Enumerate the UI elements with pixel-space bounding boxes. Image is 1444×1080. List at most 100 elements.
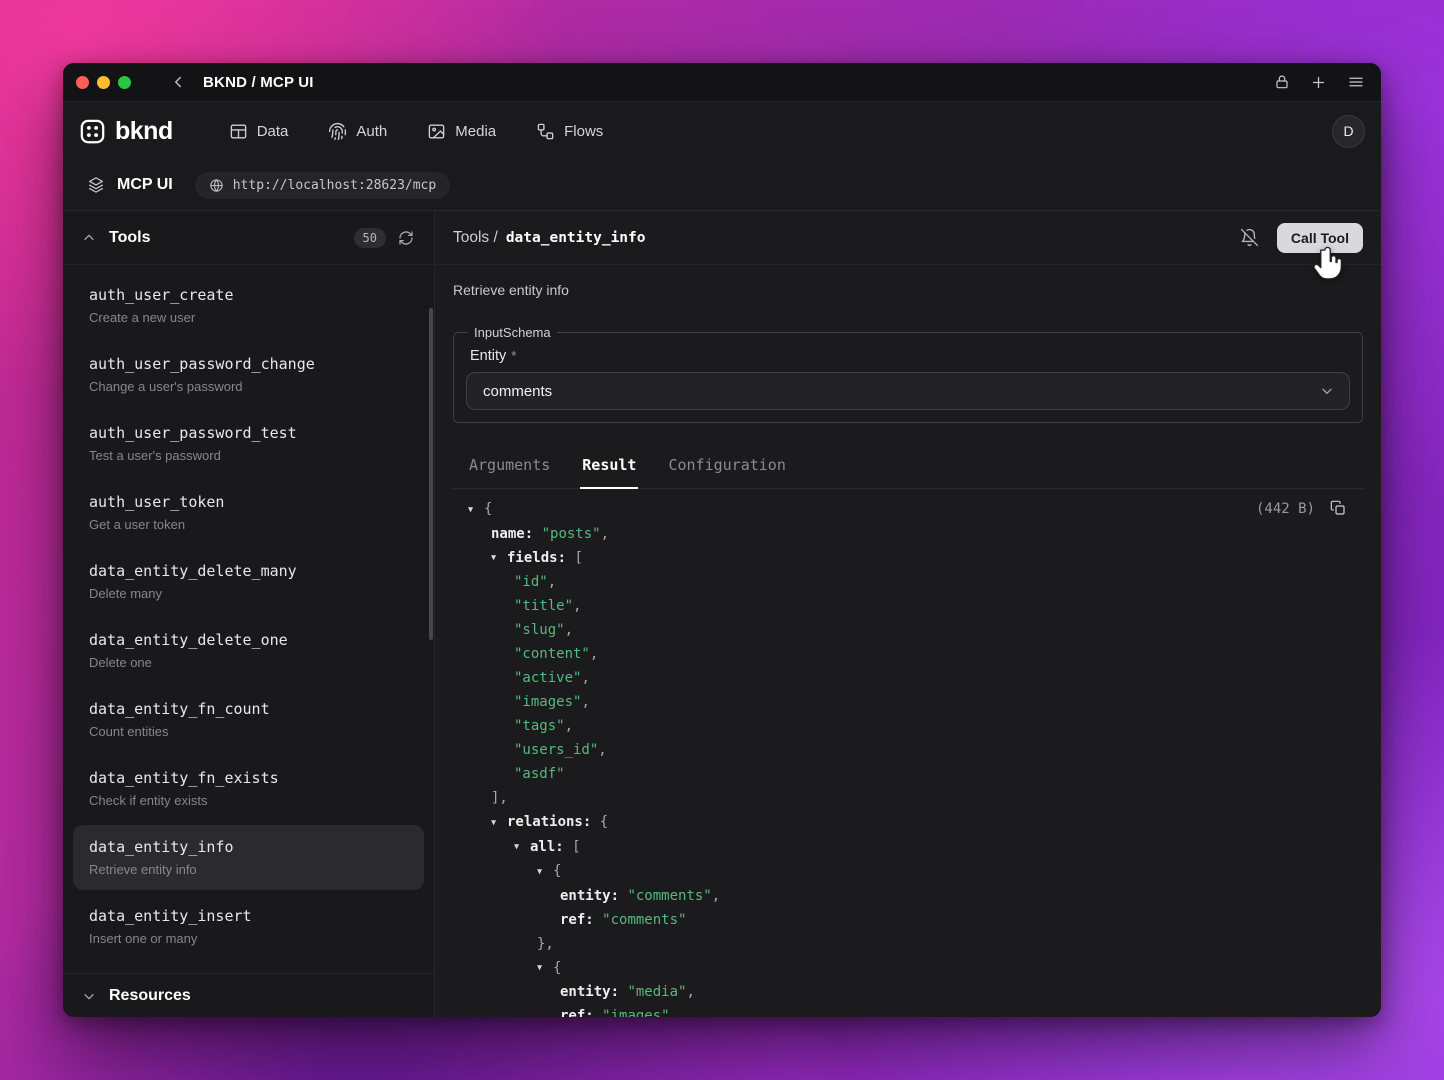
menu-icon[interactable]	[1347, 73, 1365, 91]
tools-section-header: Tools 50	[63, 211, 434, 265]
chevron-up-icon[interactable]	[81, 230, 97, 246]
json-line: "title",	[468, 594, 1363, 618]
window-title: BKND / MCP UI	[203, 74, 314, 91]
data-icon	[229, 122, 248, 141]
minimize-window-button[interactable]	[97, 76, 110, 89]
json-line: ],	[468, 786, 1363, 810]
notifications-off-icon[interactable]	[1240, 228, 1259, 247]
app-header: bknd Data Auth	[63, 102, 1381, 160]
lock-icon[interactable]	[1274, 74, 1290, 90]
breadcrumb-section[interactable]: Tools /	[453, 229, 498, 247]
tool-item-data_entity_delete_one[interactable]: data_entity_delete_oneDelete one	[73, 618, 424, 683]
tools-sidebar: Tools 50 auth_user_createCreate a new us…	[63, 211, 435, 1017]
new-tab-icon[interactable]	[1310, 74, 1327, 91]
tool-item-auth_user_password_change[interactable]: auth_user_password_changeChange a user's…	[73, 342, 424, 407]
json-punct: ,	[590, 646, 598, 662]
json-line: "id",	[468, 570, 1363, 594]
tool-item-name: auth_user_token	[89, 492, 408, 512]
json-tree: ▼{name: "posts",▼fields: ["id","title","…	[468, 497, 1363, 1017]
collapse-toggle-icon[interactable]: ▼	[514, 835, 530, 859]
collapse-toggle-icon[interactable]: ▼	[537, 956, 553, 980]
back-button[interactable]	[169, 73, 187, 91]
tool-item-description: Check if entity exists	[89, 792, 408, 809]
json-line: "slug",	[468, 618, 1363, 642]
tool-item-data_entity_fn_exists[interactable]: data_entity_fn_existsCheck if entity exi…	[73, 756, 424, 821]
tool-item-auth_user_password_test[interactable]: auth_user_password_testTest a user's pas…	[73, 411, 424, 476]
collapse-toggle-icon[interactable]: ▼	[491, 546, 507, 570]
tool-item-data_entity_insert[interactable]: data_entity_insertInsert one or many	[73, 894, 424, 959]
tab-arguments[interactable]: Arguments	[467, 450, 552, 488]
json-punct	[594, 912, 602, 928]
mcp-endpoint-pill[interactable]: http://localhost:28623/mcp	[195, 172, 451, 199]
json-string: "tags"	[514, 718, 565, 734]
mouse-cursor	[1312, 246, 1345, 283]
tool-item-auth_user_token[interactable]: auth_user_token Get a user token	[73, 480, 424, 545]
json-line: "content",	[468, 642, 1363, 666]
tab-result[interactable]: Result	[580, 450, 638, 489]
tool-item-data_entity_fn_count[interactable]: data_entity_fn_countCount entities	[73, 687, 424, 752]
tool-item-data_entity_info[interactable]: data_entity_infoRetrieve entity info	[73, 825, 424, 890]
collapse-toggle-icon[interactable]: ▼	[491, 811, 507, 835]
mcp-endpoint-url: http://localhost:28623/mcp	[233, 178, 437, 193]
nav-item-auth[interactable]: Auth	[328, 122, 387, 141]
json-line: ▼relations: {	[468, 810, 1363, 835]
tool-item-auth_user_create[interactable]: auth_user_createCreate a new user	[73, 273, 424, 338]
copy-icon[interactable]	[1330, 500, 1346, 516]
mcp-page-title: MCP UI	[117, 176, 173, 194]
nav-item-label: Auth	[356, 123, 387, 140]
tab-configuration[interactable]: Configuration	[666, 450, 787, 488]
bknd-logo-icon	[79, 118, 106, 145]
json-key: ref:	[560, 1008, 594, 1017]
bknd-logo[interactable]: bknd	[79, 117, 173, 146]
sidebar-scrollbar-thumb[interactable]	[429, 308, 433, 640]
content-area: Tools 50 auth_user_createCreate a new us…	[63, 211, 1381, 1017]
json-key: name:	[491, 526, 533, 542]
json-punct: [	[564, 839, 581, 855]
tool-item-description: Get a user token	[89, 516, 408, 533]
json-punct: [	[566, 550, 583, 566]
json-line: ▼{	[468, 956, 1363, 981]
close-window-button[interactable]	[76, 76, 89, 89]
breadcrumb: Tools / data_entity_info	[453, 229, 646, 247]
json-line: name: "posts",	[468, 522, 1363, 546]
json-line: ▼{	[468, 859, 1363, 884]
nav-item-flows[interactable]: Flows	[536, 122, 603, 141]
json-punct: {	[484, 501, 492, 517]
json-punct: ],	[491, 790, 508, 806]
refresh-icon[interactable]	[398, 230, 414, 246]
nav-item-data[interactable]: Data	[229, 122, 289, 141]
entity-select[interactable]: comments	[466, 372, 1350, 410]
json-string: "content"	[514, 646, 590, 662]
nav-item-label: Data	[257, 123, 289, 140]
json-punct: ,	[686, 984, 694, 1000]
tool-detail-panel: Tools / data_entity_info Call Tool Retri…	[435, 211, 1381, 1017]
json-line: "images",	[468, 690, 1363, 714]
chevron-down-icon	[81, 988, 97, 1004]
resources-section-toggle[interactable]: Resources	[63, 973, 434, 1017]
json-punct: ,	[712, 888, 720, 904]
tool-item-data_entity_delete_many[interactable]: data_entity_delete_manyDelete many	[73, 549, 424, 614]
zoom-window-button[interactable]	[118, 76, 131, 89]
result-tabs: Arguments Result Configuration	[453, 450, 1363, 489]
tool-item-description: Create a new user	[89, 309, 408, 326]
json-key: all:	[530, 839, 564, 855]
tool-item-name: data_entity_info	[89, 837, 408, 857]
collapse-toggle-icon[interactable]: ▼	[537, 860, 553, 884]
json-string: "images"	[602, 1008, 669, 1017]
json-string: "title"	[514, 598, 573, 614]
entity-field-label: Entity*	[470, 348, 1350, 364]
user-avatar[interactable]: D	[1332, 115, 1365, 148]
json-string: "users_id"	[514, 742, 598, 758]
json-line: ▼{	[468, 497, 1363, 522]
input-schema-fieldset: InputSchema Entity* comments	[453, 325, 1363, 423]
collapse-toggle-icon[interactable]: ▼	[468, 498, 484, 522]
json-punct: ,	[565, 718, 573, 734]
desktop-background: BKND / MCP UI	[0, 0, 1444, 1080]
layers-icon	[87, 176, 105, 194]
json-punct: ,	[601, 526, 609, 542]
tool-item-name: data_entity_delete_many	[89, 561, 408, 581]
json-punct: ,	[548, 574, 556, 590]
nav-item-media[interactable]: Media	[427, 122, 496, 141]
json-punct: ,	[565, 622, 573, 638]
globe-icon	[209, 178, 224, 193]
